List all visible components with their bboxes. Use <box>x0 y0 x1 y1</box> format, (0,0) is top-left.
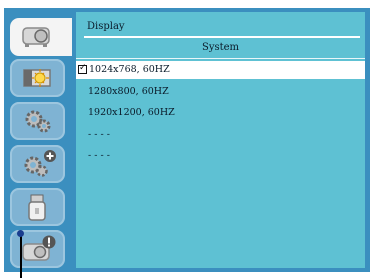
resolution-label: 1024x768, 60HZ <box>89 64 170 75</box>
resolution-option[interactable]: 1280x800, 60HZ <box>76 83 365 101</box>
sidebar-item-picture-adjust[interactable] <box>10 59 65 97</box>
sidebar-item-display[interactable] <box>10 18 72 56</box>
expanded-setting-icon <box>24 150 56 177</box>
sidebar-item-usb-memory[interactable] <box>10 188 65 226</box>
setting-gear-icon <box>25 110 51 133</box>
resolution-option-selected[interactable]: 1024x768, 60HZ <box>76 61 365 79</box>
resolution-option[interactable]: 1920x1200, 60HZ <box>76 104 365 122</box>
display-header: Display <box>76 12 365 40</box>
sidebar-item-expanded-setting[interactable] <box>10 145 65 183</box>
pointer-dot <box>17 230 24 237</box>
resolution-label: 1280x800, 60HZ <box>88 86 169 97</box>
title-divider <box>84 36 360 38</box>
page-title: Display <box>87 21 125 32</box>
picture-adjust-icon <box>23 69 51 87</box>
resolution-label: - - - - <box>88 150 110 161</box>
resolution-label: - - - - <box>88 129 110 140</box>
sidebar <box>4 8 72 272</box>
display-icon <box>22 27 50 47</box>
resolution-option[interactable]: - - - - <box>76 147 365 165</box>
info-icon <box>22 235 56 261</box>
usb-memory-icon <box>28 194 46 221</box>
pointer-line <box>20 232 22 278</box>
submenu-divider <box>76 58 365 59</box>
resolution-option[interactable]: - - - - <box>76 126 365 144</box>
resolution-label: 1920x1200, 60HZ <box>88 107 175 118</box>
sidebar-item-setting[interactable] <box>10 102 65 140</box>
submenu-title: System <box>201 42 240 53</box>
checkmark-icon <box>78 63 87 74</box>
